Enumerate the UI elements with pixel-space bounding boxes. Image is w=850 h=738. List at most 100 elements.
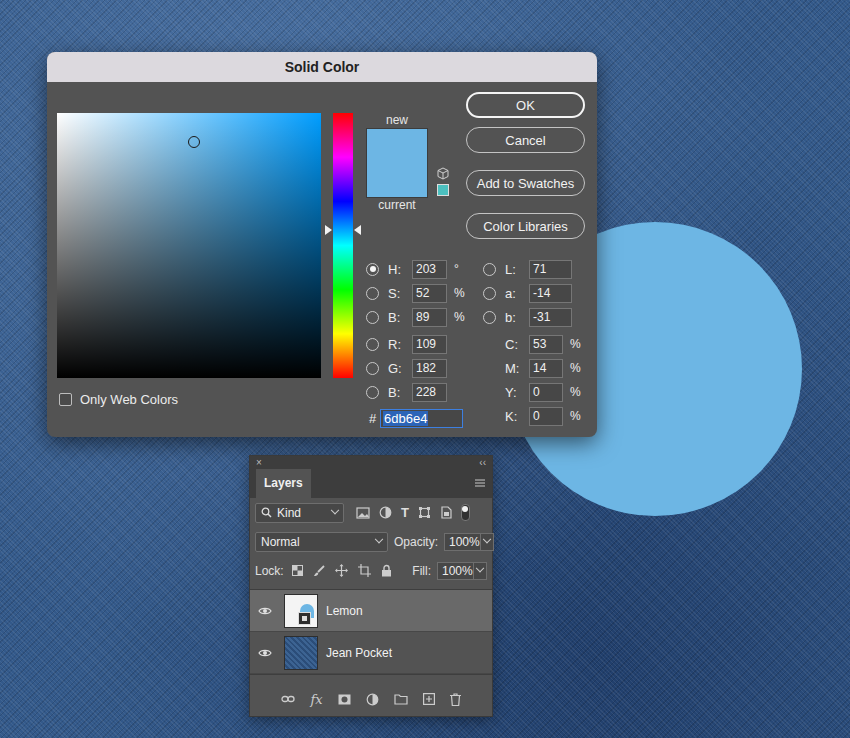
unit-label: %	[570, 409, 581, 423]
value-input[interactable]: 14	[529, 359, 563, 378]
color-swatch	[366, 128, 428, 198]
shape-filter-icon[interactable]	[418, 506, 431, 519]
title-bar[interactable]: Solid Color	[47, 52, 597, 82]
value-input[interactable]: 109	[412, 335, 447, 354]
dialog-button[interactable]: Cancel	[466, 127, 585, 153]
adjustment-layer-icon[interactable]	[366, 693, 379, 706]
new-layer-icon[interactable]	[423, 693, 435, 705]
opacity-label: Opacity:	[394, 535, 438, 549]
chevron-icon	[375, 534, 383, 542]
type-filter-icon[interactable]: T	[401, 505, 409, 520]
new-color	[367, 129, 427, 163]
layer-row[interactable]: Jean Pocket	[250, 632, 492, 674]
adjustment-filter-icon[interactable]	[379, 506, 392, 519]
value-input[interactable]: 182	[412, 359, 447, 378]
hex-label: #	[369, 411, 380, 426]
visibility-toggle[interactable]	[250, 648, 280, 658]
radio-button[interactable]	[483, 287, 496, 300]
mask-icon[interactable]	[338, 694, 351, 705]
color-value-row: Y: 0 %	[483, 380, 581, 404]
color-marker[interactable]	[188, 136, 200, 148]
field-label: S:	[388, 286, 412, 301]
field-label: b:	[505, 310, 529, 325]
fill-input[interactable]: 100%	[437, 562, 487, 580]
layers-panel: × ‹‹ Layers Kind T Normal Opacity: 100% …	[249, 455, 493, 717]
chevron-icon	[331, 505, 339, 513]
value-input[interactable]: 89	[412, 308, 447, 327]
dialog-button[interactable]: Add to Swatches	[466, 170, 585, 196]
value-input[interactable]: 228	[412, 383, 447, 402]
visibility-toggle[interactable]	[250, 606, 280, 616]
hue-slider[interactable]	[333, 113, 353, 378]
value-input[interactable]: 53	[529, 335, 563, 354]
color-value-row: B: 228	[366, 380, 483, 404]
field-label: B:	[388, 310, 412, 325]
color-value-row: C: 53 %	[483, 332, 581, 356]
lock-transparent-icon[interactable]	[292, 565, 303, 576]
current-color[interactable]	[367, 163, 427, 197]
only-web-colors[interactable]: Only Web Colors	[57, 391, 321, 407]
unit-label: %	[454, 310, 465, 324]
value-input[interactable]: -14	[529, 284, 572, 303]
hue-left-arrow[interactable]	[325, 225, 332, 235]
unit-label: %	[570, 361, 581, 375]
layers-tab[interactable]: Layers	[256, 469, 311, 498]
field-label: C:	[505, 337, 529, 352]
hex-row: # 6db6e4	[366, 406, 483, 430]
unit-label: °	[454, 262, 459, 276]
collapse-button[interactable]: ‹‹	[479, 457, 486, 469]
radio-button[interactable]	[483, 263, 496, 276]
eye-icon	[258, 606, 272, 616]
layer-row[interactable]: Lemon	[250, 590, 492, 632]
folder-icon[interactable]	[394, 694, 408, 705]
dialog-button[interactable]: OK	[466, 92, 585, 118]
layer-style-button[interactable]: fx	[310, 692, 322, 707]
lock-artboard-icon[interactable]	[358, 564, 371, 577]
filter-kind-dropdown[interactable]: Kind	[255, 503, 344, 523]
lock-brush-icon[interactable]	[313, 565, 325, 577]
radio-button[interactable]	[366, 338, 379, 351]
smart-object-filter-icon[interactable]	[440, 506, 452, 519]
panel-menu-icon[interactable]	[474, 478, 486, 488]
radio-button[interactable]	[483, 311, 496, 324]
radio-button[interactable]	[366, 386, 379, 399]
color-field[interactable]	[57, 113, 321, 378]
lock-move-icon[interactable]	[335, 564, 348, 577]
value-input[interactable]: 52	[412, 284, 447, 303]
blend-mode-dropdown[interactable]: Normal	[255, 532, 388, 552]
color-value-row: R: 109	[366, 332, 483, 356]
fill-dropdown[interactable]	[473, 563, 486, 579]
value-input[interactable]: 71	[529, 260, 572, 279]
dialog-title: Solid Color	[285, 59, 360, 75]
hue-right-arrow[interactable]	[354, 225, 361, 235]
image-filter-icon[interactable]	[356, 507, 370, 519]
panel-header[interactable]: × ‹‹	[250, 456, 492, 469]
value-input[interactable]: 0	[529, 407, 563, 426]
web-colors-checkbox[interactable]	[59, 393, 72, 406]
close-button[interactable]: ×	[256, 457, 262, 469]
cube-icon[interactable]	[437, 167, 449, 180]
link-icon[interactable]	[281, 694, 295, 704]
value-input[interactable]: -31	[529, 308, 572, 327]
value-input[interactable]: 203	[412, 260, 447, 279]
radio-button[interactable]	[366, 311, 379, 324]
dialog-button[interactable]: Color Libraries	[466, 213, 585, 239]
trash-icon[interactable]	[450, 693, 461, 706]
lock-label: Lock:	[255, 564, 284, 578]
web-safe-swatch-icon[interactable]	[437, 184, 449, 196]
radio-button[interactable]	[366, 362, 379, 375]
field-label: K:	[505, 409, 529, 424]
radio-button[interactable]	[366, 287, 379, 300]
search-icon	[261, 507, 272, 518]
field-label: G:	[388, 361, 412, 376]
hex-input[interactable]: 6db6e4	[380, 409, 463, 428]
value-input[interactable]: 0	[529, 383, 563, 402]
opacity-dropdown[interactable]	[480, 534, 493, 550]
filter-toggle[interactable]	[461, 504, 470, 521]
layer-thumbnail	[284, 636, 318, 670]
opacity-input[interactable]: 100%	[444, 533, 494, 551]
lock-all-icon[interactable]	[381, 564, 392, 577]
new-label: new	[386, 113, 408, 128]
radio-button[interactable]	[366, 263, 379, 276]
hex-value: 6db6e4	[383, 411, 428, 426]
